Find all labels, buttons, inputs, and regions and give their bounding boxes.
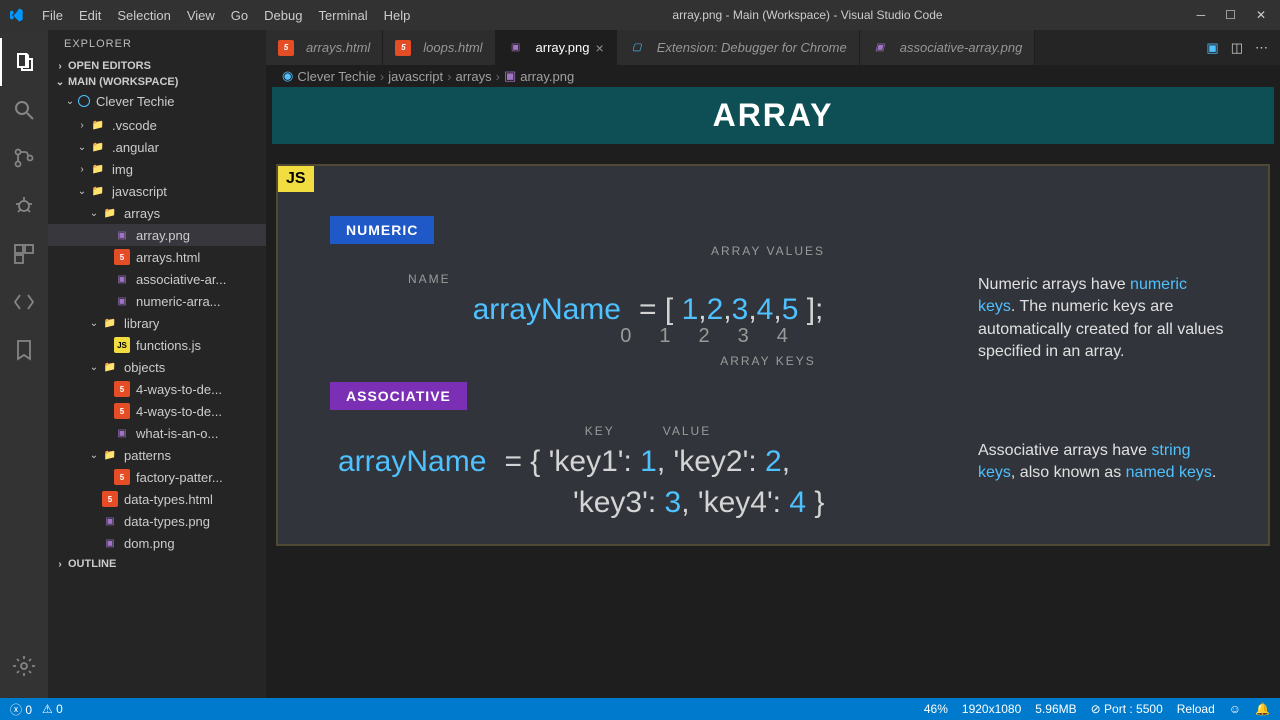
tree-item[interactable]: ▣numeric-arra... [48,290,266,312]
menu-bar: File Edit Selection View Go Debug Termin… [34,8,418,23]
tree-item[interactable]: JSfunctions.js [48,334,266,356]
tree-item[interactable]: ▣data-types.png [48,510,266,532]
outline-section[interactable]: ›OUTLINE [48,556,266,572]
open-editors-section[interactable]: ›OPEN EDITORS [48,58,266,74]
tree-item[interactable]: 5arrays.html [48,246,266,268]
title-bar: File Edit Selection View Go Debug Termin… [0,0,1280,30]
debug-icon[interactable] [0,182,48,230]
tree-item[interactable]: ›📁.vscode [48,114,266,136]
split-icon[interactable]: ◫ [1231,40,1243,56]
settings-icon[interactable] [0,642,48,690]
sidebar-title: EXPLORER [48,30,266,58]
zoom-level[interactable]: 46% [924,702,948,716]
menu-view[interactable]: View [179,8,223,23]
reload-button[interactable]: Reload [1177,702,1215,716]
menu-file[interactable]: File [34,8,71,23]
tree-item[interactable]: ⌄📁objects [48,356,266,378]
numeric-description: Numeric arrays have numeric keys. The nu… [978,244,1228,364]
git-icon[interactable] [0,134,48,182]
tree-item[interactable]: ⌄📁.angular [48,136,266,158]
image-icon: ▣ [504,68,516,84]
explorer-icon[interactable] [0,38,48,86]
window-title: array.png - Main (Workspace) - Visual St… [418,8,1196,22]
maximize-icon[interactable]: ☐ [1225,8,1236,22]
bookmark-icon[interactable] [0,326,48,374]
remote-icon[interactable] [0,278,48,326]
tree-item[interactable]: 5data-types.html [48,488,266,510]
tree-item[interactable]: ▣dom.png [48,532,266,554]
tree-root[interactable]: ⌄Clever Techie [48,90,266,112]
activity-bar [0,30,48,698]
target-icon: ◉ [282,68,293,84]
editor-tab[interactable]: ▢Extension: Debugger for Chrome [617,30,860,65]
extensions-icon[interactable] [0,230,48,278]
menu-selection[interactable]: Selection [109,8,178,23]
search-icon[interactable] [0,86,48,134]
tree-item[interactable]: ⌄📁javascript [48,180,266,202]
associative-label: ASSOCIATIVE [330,382,467,410]
minimize-icon[interactable]: ─ [1197,8,1206,22]
editor-tab[interactable]: 5arrays.html [266,30,383,65]
tree-item[interactable]: ▣associative-ar... [48,268,266,290]
values-caption: ARRAY VALUES [318,244,978,258]
numeric-keys: 01234 [318,323,978,348]
editor-tab[interactable]: 5loops.html [383,30,495,65]
slide-banner: ARRAY [272,87,1274,144]
tab-close-icon[interactable]: × [596,40,604,56]
assoc-code: arrayName = { 'key1': 1, 'key2': 2, [338,444,978,479]
errors-indicator[interactable]: ⓧ 0 [10,701,32,718]
feedback-icon[interactable]: ☺ [1229,702,1241,716]
breadcrumbs[interactable]: ◉ Clever Techie› javascript› arrays› ▣ a… [266,65,1280,87]
workspace-section[interactable]: ⌄MAIN (WORKSPACE) [48,74,266,90]
tree-item[interactable]: 54-ways-to-de... [48,378,266,400]
tree-item[interactable]: ›📁img [48,158,266,180]
tree-item[interactable]: 54-ways-to-de... [48,400,266,422]
editor-area: 5arrays.html5loops.html▣array.png×▢Exten… [266,30,1280,698]
tabs-row: 5arrays.html5loops.html▣array.png×▢Exten… [266,30,1280,65]
close-icon[interactable]: ✕ [1256,8,1266,22]
toolbar-icon[interactable]: ▣ [1206,40,1218,56]
numeric-label: NUMERIC [330,216,434,244]
warnings-indicator[interactable]: ⚠ 0 [42,702,63,716]
tree-item[interactable]: 5factory-patter... [48,466,266,488]
bell-icon[interactable]: 🔔 [1255,702,1270,716]
image-dimensions: 1920x1080 [962,702,1021,716]
menu-edit[interactable]: Edit [71,8,109,23]
assoc-code-2: 'key3': 3, 'key4': 4 } [573,485,978,520]
slide-body: JS NUMERIC ARRAY VALUES NAME arrayName =… [276,164,1270,546]
name-caption: NAME [408,272,978,286]
menu-help[interactable]: Help [376,8,419,23]
editor-tab[interactable]: ▣associative-array.png [860,30,1036,65]
circle-icon [78,95,90,107]
menu-go[interactable]: Go [223,8,256,23]
tree-item[interactable]: ⌄📁patterns [48,444,266,466]
numeric-code: arrayName = [ 1,2,3,4,5 ]; [318,292,978,327]
more-icon[interactable]: ⋯ [1255,40,1268,56]
image-viewer[interactable]: ARRAY JS NUMERIC ARRAY VALUES NAME array… [266,87,1280,698]
tree-item[interactable]: ⌄📁arrays [48,202,266,224]
tree-item[interactable]: ▣array.png [48,224,266,246]
liveserver-port[interactable]: ⊘ Port : 5500 [1091,702,1163,716]
status-bar: ⓧ 0 ⚠ 0 46% 1920x1080 5.96MB ⊘ Port : 55… [0,698,1280,720]
assoc-description: Associative arrays have string keys, als… [978,410,1228,485]
sidebar: EXPLORER ›OPEN EDITORS ⌄MAIN (WORKSPACE)… [48,30,266,698]
kv-captions: KEYVALUE [318,424,978,438]
editor-tab[interactable]: ▣array.png× [496,30,617,65]
tree-item[interactable]: ⌄📁library [48,312,266,334]
keys-caption: ARRAY KEYS [318,354,978,368]
js-badge: JS [278,166,314,192]
menu-terminal[interactable]: Terminal [310,8,375,23]
vscode-logo-icon [8,7,24,23]
tree-item[interactable]: ▣what-is-an-o... [48,422,266,444]
menu-debug[interactable]: Debug [256,8,310,23]
file-size: 5.96MB [1035,702,1076,716]
